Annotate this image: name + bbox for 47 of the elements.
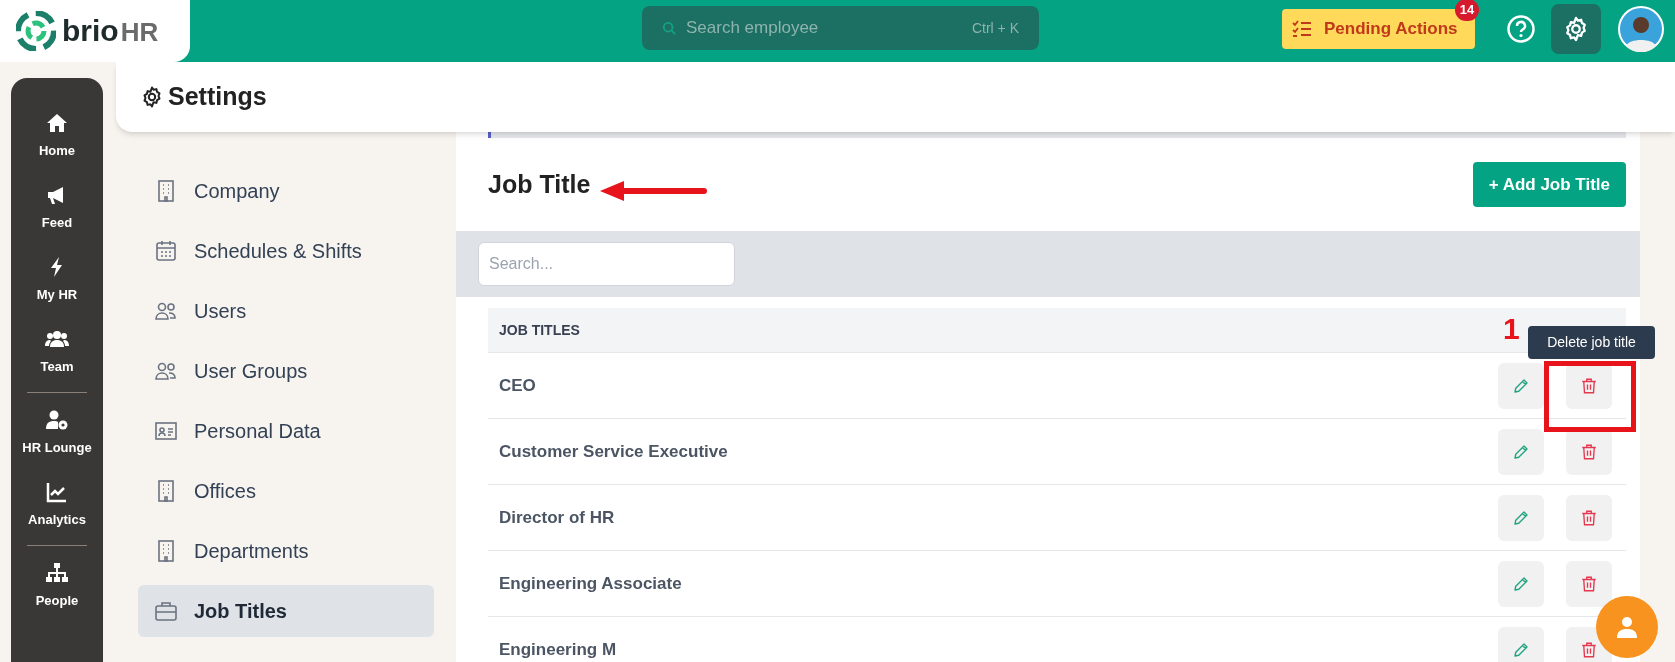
section-title: Job Title <box>488 168 591 200</box>
avatar-icon[interactable] <box>1618 6 1664 52</box>
search-input[interactable]: Search employee <box>686 15 962 41</box>
rail-item[interactable]: People <box>11 550 103 622</box>
table-cell-text: Engineering M <box>499 638 617 661</box>
page-title: Settings <box>168 81 267 113</box>
settings-nav-item[interactable]: Departments <box>138 525 434 577</box>
logo-text: brioHR <box>62 16 159 46</box>
table-cell-text: CEO <box>499 374 536 397</box>
rail-item[interactable]: Team <box>11 316 103 388</box>
table-cell-text: Engineering Associate <box>499 572 682 595</box>
settings-nav-item[interactable]: Schedules & Shifts <box>138 225 434 277</box>
user-icon <box>1615 615 1639 639</box>
trash-icon <box>1580 508 1598 527</box>
rail-item[interactable]: Feed <box>11 172 103 244</box>
rail-item[interactable]: Home <box>11 100 103 172</box>
search-field[interactable]: Search... <box>478 242 735 286</box>
trash-icon <box>1580 376 1598 395</box>
settings-nav-item[interactable]: Company <box>138 165 434 217</box>
line-chart-icon <box>45 480 69 505</box>
table-cell-text: Director of HR <box>499 506 615 529</box>
rail-item[interactable]: HR Lounge <box>11 397 103 469</box>
checklist-icon <box>1292 20 1312 38</box>
calendar-icon <box>154 239 178 263</box>
settings-nav-item[interactable]: Offices <box>138 465 434 517</box>
trash-icon <box>1580 442 1598 461</box>
settings-button[interactable] <box>1551 4 1601 54</box>
rail-item[interactable]: My HR <box>11 244 103 316</box>
briefcase-icon <box>154 599 178 623</box>
help-icon[interactable] <box>1506 14 1536 44</box>
search-icon <box>662 21 676 35</box>
settings-nav-item[interactable]: User Groups <box>138 345 434 397</box>
settings-nav-item[interactable]: Job Titles <box>138 585 434 637</box>
delete-button[interactable] <box>1566 560 1612 607</box>
rail-item[interactable]: Analytics <box>11 469 103 541</box>
settings-nav-item[interactable]: Users <box>138 285 434 337</box>
annotation-number: 1 <box>1503 314 1520 344</box>
logo-icon <box>16 11 56 51</box>
trash-icon <box>1580 574 1598 593</box>
delete-button[interactable] <box>1566 494 1612 541</box>
shortcut-hint: Ctrl + K <box>971 18 1019 38</box>
id-card-icon <box>154 419 178 443</box>
tooltip: Delete job title <box>1528 326 1655 359</box>
notification-count-badge: 14 <box>1455 0 1479 21</box>
table-cell-text: Customer Service Executive <box>499 440 728 463</box>
trash-icon <box>1580 640 1598 659</box>
settings-nav-item[interactable]: Personal Data <box>138 405 434 457</box>
